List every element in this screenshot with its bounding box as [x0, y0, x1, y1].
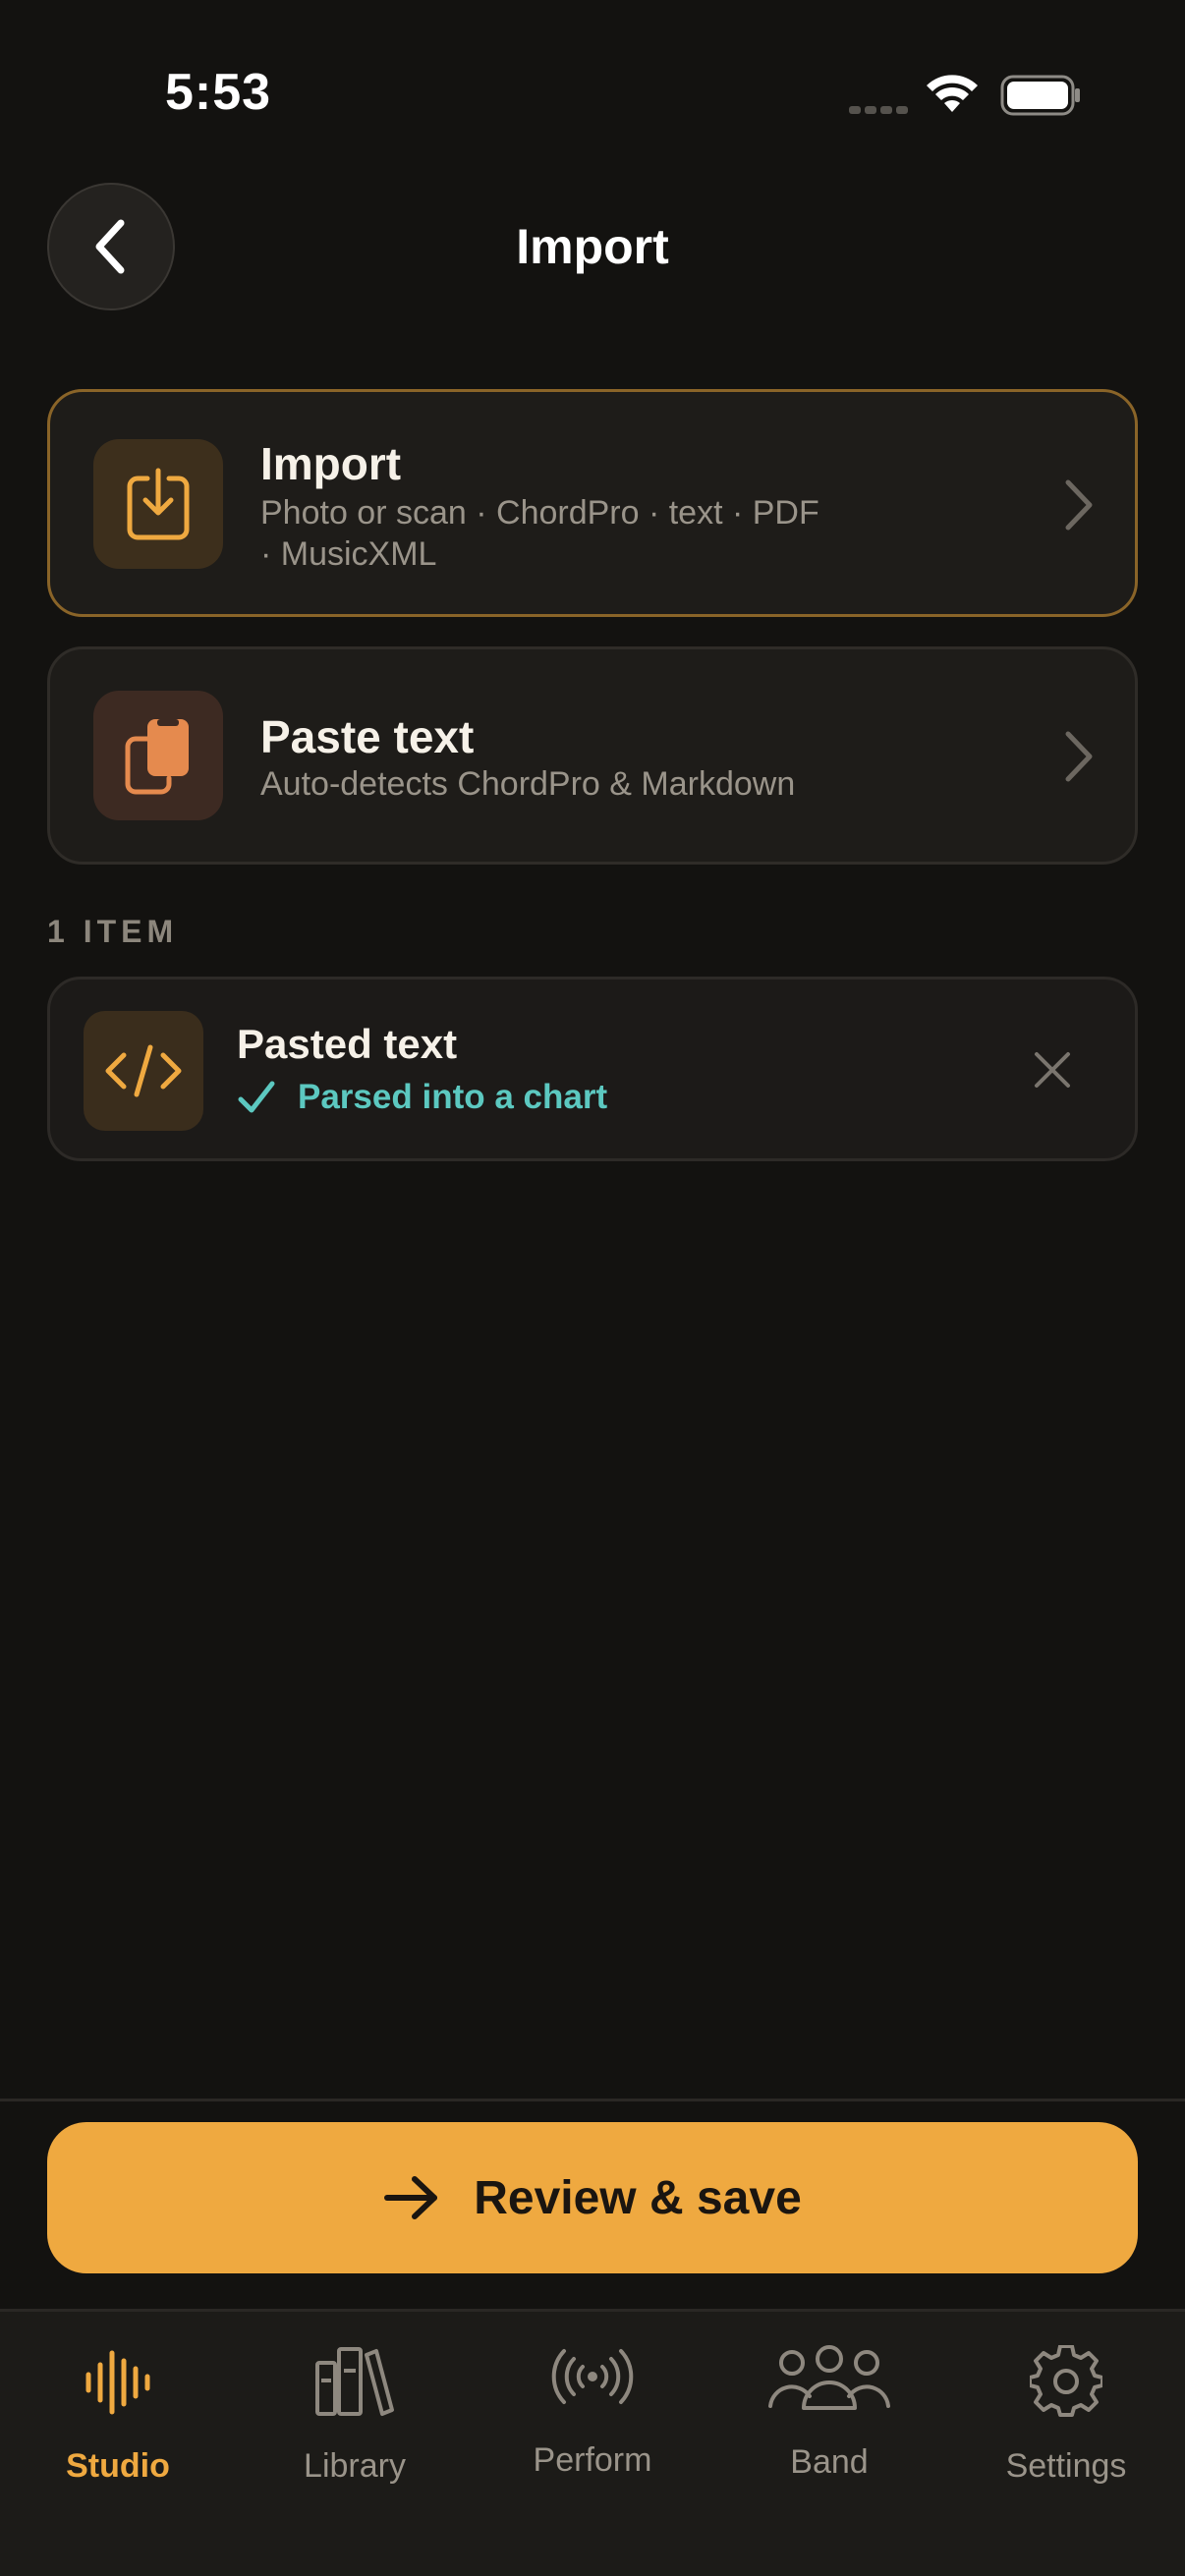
remove-item-button[interactable] [1023, 1040, 1082, 1099]
tab-library-icon-wrap [247, 2345, 463, 2424]
people-icon [768, 2345, 890, 2410]
tab-studio-icon-wrap [10, 2345, 226, 2424]
status-bar: 5:53 [0, 0, 1185, 187]
review-and-save-button[interactable]: Review & save [47, 2122, 1138, 2273]
battery-icon [1000, 75, 1080, 116]
code-icon [105, 1044, 182, 1097]
tab-band[interactable]: Band [721, 2335, 937, 2532]
tab-settings-icon-wrap [958, 2345, 1174, 2424]
paste-text-option-card[interactable]: Paste text Auto-detects ChordPro & Markd… [47, 646, 1138, 865]
paste-option-subtitle: Auto-detects ChordPro & Markdown [260, 765, 796, 803]
chevron-right-icon [1065, 731, 1093, 782]
import-option-subtitle-line-2: · MusicXML [260, 535, 437, 573]
status-time: 5:53 [165, 64, 272, 121]
item-status-text: Parsed into a chart [298, 1078, 608, 1116]
item-status: Parsed into a chart [237, 1078, 607, 1117]
import-option-subtitle-line-1: Photo or scan · ChordPro · text · PDF [260, 494, 819, 532]
items-section-label: 1 ITEM [47, 914, 179, 949]
tab-perform-icon-wrap [484, 2345, 701, 2424]
cellular-signal-icon [849, 106, 908, 114]
paste-option-title: Paste text [260, 711, 475, 762]
tab-perform[interactable]: Perform [484, 2335, 701, 2532]
item-title: Pasted text [237, 1021, 458, 1067]
clipboard-icon [125, 719, 189, 795]
page-title: Import [516, 219, 669, 274]
paste-option-icon-tile [93, 691, 223, 820]
wifi-icon [927, 75, 978, 112]
tab-library[interactable]: Library [247, 2335, 463, 2532]
tab-band-icon-wrap [721, 2345, 937, 2424]
arrow-right-icon [384, 2176, 438, 2219]
download-icon [127, 468, 190, 540]
tab-studio[interactable]: Studio [10, 2335, 226, 2532]
broadcast-icon [551, 2349, 634, 2404]
waveform-icon [85, 2350, 150, 2415]
import-option-title: Import [260, 438, 402, 489]
import-option-card[interactable]: Import Photo or scan · ChordPro · text ·… [47, 389, 1138, 617]
tab-studio-label: Studio [66, 2447, 170, 2485]
list-item[interactable]: Pasted text Parsed into a chart [47, 977, 1138, 1161]
review-and-save-label: Review & save [474, 2171, 802, 2224]
bottom-divider [0, 2099, 1185, 2101]
tab-band-label: Band [790, 2443, 869, 2481]
item-icon-tile [84, 1011, 203, 1131]
tab-bar: Studio Library Perform Band Settings [0, 2309, 1185, 2576]
tab-settings-label: Settings [1005, 2447, 1127, 2485]
checkmark-icon [238, 1081, 275, 1113]
close-icon [1035, 1052, 1070, 1088]
import-option-icon-tile [93, 439, 223, 569]
books-icon [315, 2347, 394, 2416]
import-option-subtitle: Photo or scan · ChordPro · text · PDF · … [260, 492, 889, 575]
chevron-right-icon [1065, 479, 1093, 531]
tab-library-label: Library [304, 2447, 406, 2485]
tab-perform-label: Perform [533, 2441, 652, 2479]
tab-settings[interactable]: Settings [958, 2335, 1174, 2532]
gear-icon [1030, 2345, 1102, 2417]
